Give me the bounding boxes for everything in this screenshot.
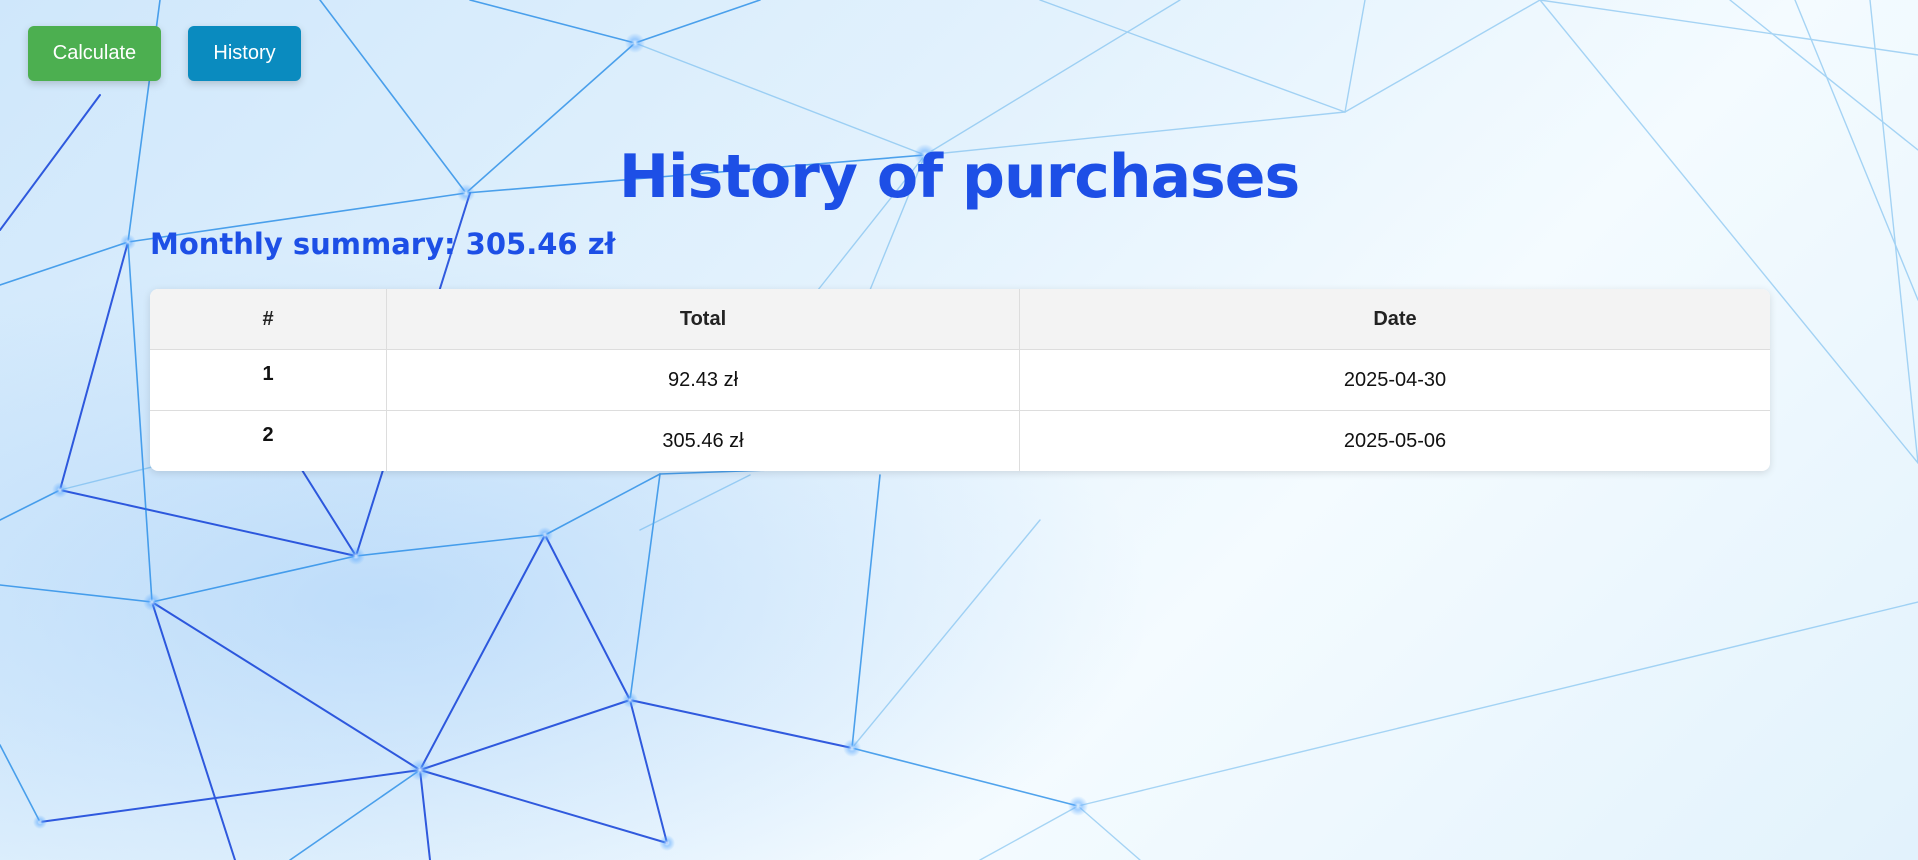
table-header-row: # Total Date [150,289,1770,350]
header-index: # [150,289,387,350]
header-date: Date [1020,289,1770,350]
row-index: 1 [150,350,387,411]
page-title: History of purchases [618,142,1300,212]
row-total: 92.43 zł [387,350,1020,411]
table-row: 2 305.46 zł 2025-05-06 [150,411,1770,471]
table-row: 1 92.43 zł 2025-04-30 [150,350,1770,411]
row-total: 305.46 zł [387,411,1020,471]
row-date: 2025-04-30 [1020,350,1770,411]
header-total: Total [387,289,1020,350]
row-date: 2025-05-06 [1343,429,1447,452]
row-index: 2 [150,411,387,471]
monthly-summary: Monthly summary: 305.46 zł [150,227,616,261]
purchase-history-table: # Total Date 1 92.43 zł 2025-04-30 2 305… [150,289,1770,471]
history-button[interactable]: History [188,26,301,81]
calculate-button[interactable]: Calculate [28,26,161,81]
